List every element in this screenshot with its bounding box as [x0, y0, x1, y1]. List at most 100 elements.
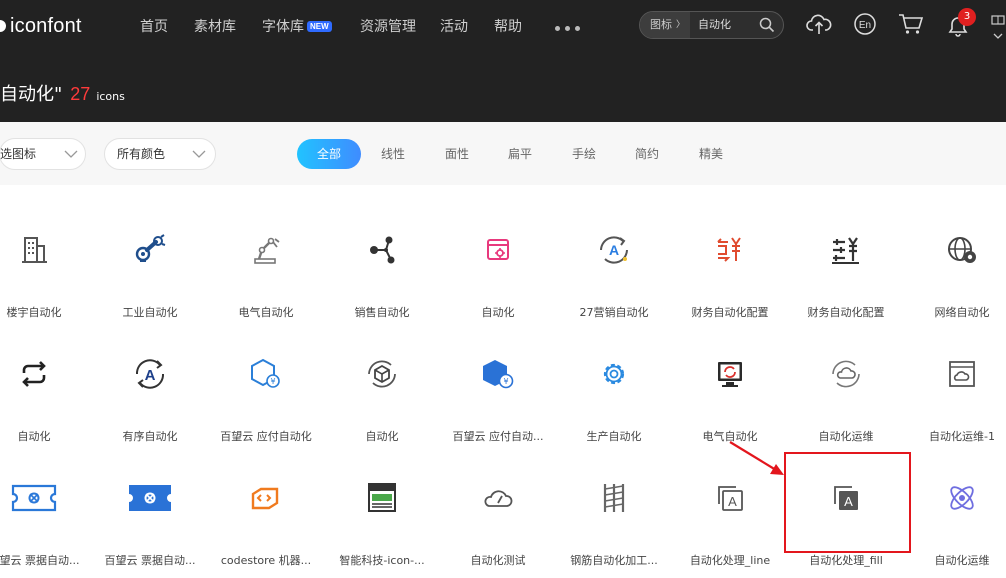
window-cloud-icon [949, 361, 975, 387]
tab-fill[interactable]: 面性 [445, 139, 469, 169]
yen-sliders-icon [832, 237, 859, 264]
icon-card[interactable]: ¥ 百望云 应付自动化 [208, 330, 324, 454]
nav-fonts[interactable]: 字体库 NEW [262, 16, 332, 36]
icon-label: 工业自动化 [122, 306, 178, 319]
nav-fonts-label: 字体库 [262, 19, 304, 35]
nav-resources[interactable]: 资源管理 [360, 16, 416, 36]
letter-a-circle-icon: A [135, 359, 165, 389]
icon-label: 网络自动化 [934, 306, 990, 319]
notification-count-badge: 3 [958, 8, 976, 26]
tab-fine[interactable]: 精美 [699, 139, 723, 169]
upload-cloud-icon[interactable] [806, 12, 832, 36]
icon-card[interactable]: 电气自动化 [672, 330, 788, 454]
tab-flat[interactable]: 扁平 [508, 139, 532, 169]
new-badge: NEW [307, 21, 332, 32]
icon-card[interactable]: 自动化运维-1 [904, 330, 1006, 454]
icon-card[interactable]: A 27营销自动化 [556, 206, 672, 330]
search-type-select[interactable]: 图标〉 [640, 12, 690, 38]
nav-activity[interactable]: 活动 [440, 16, 468, 36]
icon-card[interactable]: codestore 机器... [208, 454, 324, 578]
nav-materials[interactable]: 素材库 [194, 16, 236, 36]
ticket-outline-icon [11, 484, 57, 512]
icon-label: 生产自动化 [586, 430, 642, 443]
icon-card[interactable]: 自动化 [0, 330, 92, 454]
code-card-icon [251, 487, 279, 510]
icon-label: 电气自动化 [238, 306, 294, 319]
icon-card[interactable]: 财务自动化配置 [788, 206, 904, 330]
hexagon-yen-fill-icon: ¥ [483, 360, 514, 389]
hexagon-yen-outline-icon: ¥ [251, 358, 280, 388]
side-toolbar-icon[interactable] [990, 10, 1006, 50]
annotation-highlight-box [784, 452, 911, 553]
chevron-down-icon [64, 150, 78, 158]
logo[interactable]: iconfont [0, 14, 82, 38]
icon-label: 销售自动化 [354, 306, 410, 319]
icon-card[interactable]: 财务自动化配置 [672, 206, 788, 330]
tab-simple[interactable]: 简约 [635, 139, 659, 169]
result-query: 自动化" [0, 84, 63, 105]
language-icon[interactable]: En [853, 12, 877, 36]
ticket-fill-icon [129, 485, 171, 511]
icon-label: 百望云 应付自动化 [220, 430, 312, 443]
search-icon[interactable] [759, 17, 775, 33]
loop-arrows-icon [22, 361, 46, 387]
search-box[interactable]: 图标〉 自动化 [639, 11, 784, 39]
icon-card[interactable]: 电气自动化 [208, 206, 324, 330]
icon-card[interactable]: A 有序自动化 [92, 330, 208, 454]
building-icon [22, 237, 47, 263]
color-select-label: 所有颜色 [117, 147, 166, 161]
more-menu-icon[interactable] [555, 26, 580, 31]
top-header: iconfont 首页 素材库 字体库 NEW 资源管理 活动 帮助 图标〉 自动… [0, 0, 1006, 122]
icon-card[interactable]: 智能科技-icon-... [324, 454, 440, 578]
monitor-cycle-icon [718, 362, 742, 387]
icon-card[interactable]: 自动化测试 [440, 454, 556, 578]
icon-card[interactable]: 工业自动化 [92, 206, 208, 330]
search-type-label: 图标 [650, 18, 672, 31]
icon-type-select[interactable]: 选图标 [0, 138, 86, 170]
icon-card[interactable]: 生产自动化 [556, 330, 672, 454]
filter-bar: 选图标 所有颜色 全部 线性 面性 扁平 手绘 简约 精美 [0, 122, 1006, 185]
icon-card[interactable]: 自动化 [324, 330, 440, 454]
icon-card[interactable]: 销售自动化 [324, 206, 440, 330]
icon-card[interactable]: 自动化运维 [904, 454, 1006, 578]
icon-label: 自动化运维 [934, 554, 990, 567]
icon-label: 百望云 票据自动... [0, 554, 80, 567]
icon-card[interactable]: ¥ 百望云 应付自动... [440, 330, 556, 454]
icon-card[interactable]: 钢筋自动化加工... [556, 454, 672, 578]
robot-arm-icon [135, 234, 166, 262]
icon-card[interactable]: 百望云 票据自动... [92, 454, 208, 578]
color-select[interactable]: 所有颜色 [104, 138, 216, 170]
icon-label: 自动化运维 [818, 430, 874, 443]
tab-handdrawn[interactable]: 手绘 [572, 139, 596, 169]
rebar-icon [603, 484, 625, 512]
icon-label: 财务自动化配置 [691, 306, 769, 319]
result-count: 27 [70, 84, 91, 104]
icon-label: 楼宇自动化 [6, 306, 62, 319]
browser-gear-icon [487, 239, 509, 260]
icon-label: 钢筋自动化加工... [570, 554, 658, 567]
icon-card[interactable]: 自动化运维 [788, 330, 904, 454]
nav-home[interactable]: 首页 [140, 16, 168, 36]
icon-label: codestore 机器... [220, 554, 312, 567]
tab-line[interactable]: 线性 [381, 139, 405, 169]
icon-label: 自动化 [17, 430, 51, 443]
svg-text:A: A [145, 367, 156, 384]
icon-card[interactable]: 百望云 票据自动... [0, 454, 92, 578]
icon-card[interactable]: 楼宇自动化 [0, 206, 92, 330]
machine-icon [368, 483, 396, 512]
gear-icon [603, 363, 625, 385]
box-cycle-icon [368, 360, 396, 388]
search-input[interactable]: 自动化 [698, 12, 731, 38]
icon-card[interactable]: 网络自动化 [904, 206, 1006, 330]
logo-text: iconfont [10, 14, 82, 37]
icon-label: 自动化 [365, 430, 399, 443]
cart-icon[interactable] [898, 13, 924, 35]
icon-type-select-label: 选图标 [0, 147, 37, 161]
nav-help[interactable]: 帮助 [494, 16, 522, 36]
icon-card[interactable]: 自动化 [440, 206, 556, 330]
tab-all[interactable]: 全部 [297, 139, 361, 169]
icon-label: 自动化 [481, 306, 515, 319]
share-nodes-icon [370, 236, 395, 264]
icon-label: 自动化测试 [470, 554, 526, 567]
icon-label: 百望云 应付自动... [452, 430, 544, 443]
